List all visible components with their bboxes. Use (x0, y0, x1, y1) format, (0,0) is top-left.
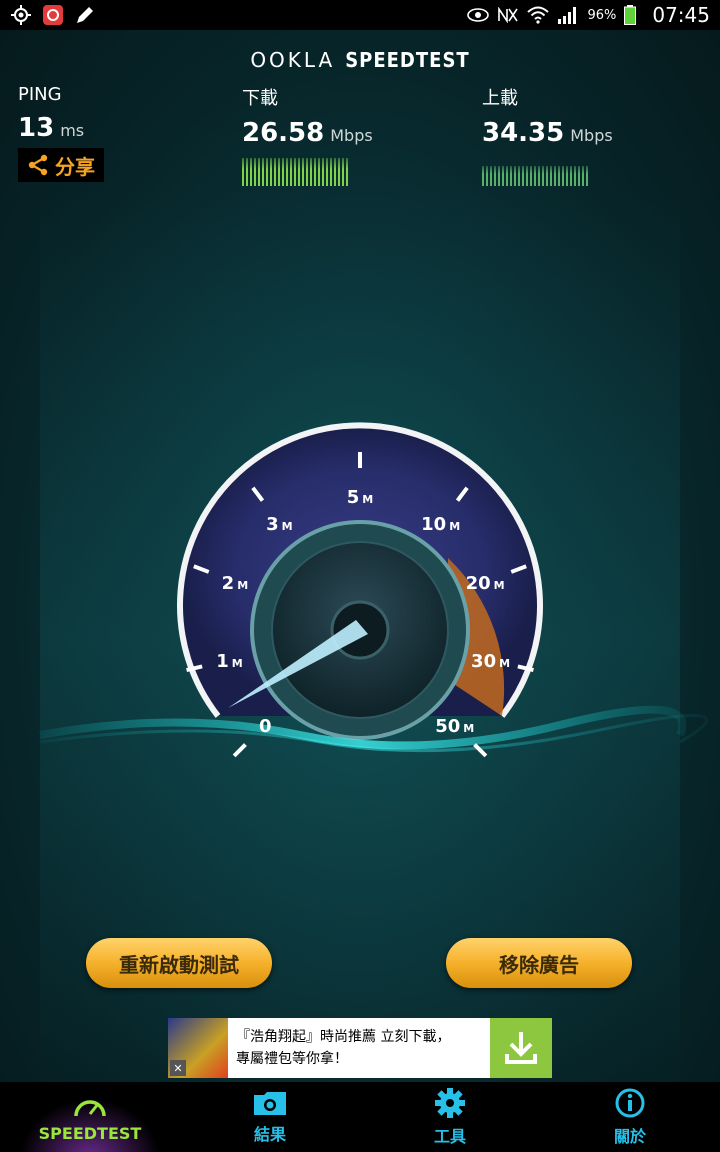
wifi-icon (527, 6, 550, 24)
upload-metric: 上載 34.35 Mbps (482, 84, 613, 186)
brand-logo: OOKLA SPEEDTEST (0, 48, 720, 72)
share-button[interactable]: 分享 (18, 148, 104, 182)
download-value-row: 26.58 Mbps (242, 118, 373, 148)
upload-value-row: 34.35 Mbps (482, 118, 613, 148)
tab-speedtest[interactable]: SPEEDTEST (0, 1082, 180, 1152)
download-metric: 下載 26.58 Mbps (242, 84, 373, 186)
download-graph (242, 158, 350, 186)
upload-graph (482, 166, 590, 186)
nfc-icon (498, 7, 519, 23)
gauge-tick-mark (232, 743, 247, 758)
tab-speedtest-label: SPEEDTEST (38, 1123, 142, 1143)
upload-label: 上載 (482, 88, 518, 109)
app-notification-icon (43, 5, 63, 25)
folder-camera-icon (254, 1092, 286, 1115)
pencil-icon (77, 7, 93, 23)
location-icon (11, 5, 31, 25)
bottom-nav: SPEEDTEST 結果 工具 關於 (0, 1082, 720, 1152)
upload-unit: Mbps (570, 126, 613, 145)
download-label: 下載 (242, 88, 278, 109)
ping-value-row: 13 ms (18, 113, 84, 143)
tab-about[interactable]: 關於 (540, 1082, 720, 1152)
tab-results[interactable]: 結果 (180, 1082, 360, 1152)
info-icon (615, 1088, 645, 1118)
gauge-tick-mark (473, 743, 488, 758)
ad-download-button[interactable] (490, 1018, 552, 1078)
ping-label: PING (18, 84, 62, 105)
download-icon (505, 1032, 537, 1064)
download-unit: Mbps (330, 126, 373, 145)
share-label: 分享 (55, 154, 95, 179)
brand-ookla: OOKLA (250, 48, 336, 72)
speedtest-app: OOKLA SPEEDTEST PING 13 ms 分享 下載 26.58 Mbps… (0, 30, 720, 1082)
gauge-tick-label: 50 M (435, 716, 474, 737)
upload-value: 34.35 (482, 118, 565, 148)
ad-line-1: 『浩角翔起』時尚推薦 立刻下載， (236, 1029, 451, 1045)
ad-banner[interactable]: ✕ 『浩角翔起』時尚推薦 立刻下載， 專屬禮包等你拿！ (168, 1018, 552, 1078)
ad-text: 『浩角翔起』時尚推薦 立刻下載， 專屬禮包等你拿！ (228, 1026, 490, 1070)
signal-icon (558, 7, 577, 24)
remove-ads-button[interactable]: 移除廣告 (446, 938, 632, 988)
gauge-tick-label: 0 (259, 716, 272, 737)
tab-tools[interactable]: 工具 (360, 1082, 540, 1152)
eye-icon (467, 8, 490, 22)
tab-about-label: 關於 (613, 1127, 646, 1146)
brand-speedtest: SPEEDTEST (345, 48, 470, 72)
ping-unit: ms (60, 121, 85, 140)
battery-icon (624, 5, 637, 25)
battery-percent: 96% (587, 7, 617, 23)
status-bar: 96% 07:45 (0, 0, 720, 30)
speed-gauge: 01 M2 M3 M5 M10 M20 M30 M50 M (39, 422, 709, 758)
ad-thumbnail: ✕ (168, 1018, 228, 1078)
gear-icon (435, 1088, 465, 1118)
restart-test-button[interactable]: 重新啟動測試 (86, 938, 272, 988)
share-icon (28, 154, 48, 176)
ping-value: 13 (18, 113, 55, 143)
clock: 07:45 (652, 3, 710, 27)
ping-metric: PING 13 ms (18, 84, 84, 143)
ad-line-2: 專屬禮包等你拿！ (236, 1051, 348, 1067)
tab-tools-label: 工具 (433, 1127, 466, 1146)
ad-close-button[interactable]: ✕ (170, 1060, 186, 1076)
tab-results-label: 結果 (253, 1125, 286, 1144)
download-value: 26.58 (242, 118, 325, 148)
speedometer-icon (74, 1099, 106, 1116)
